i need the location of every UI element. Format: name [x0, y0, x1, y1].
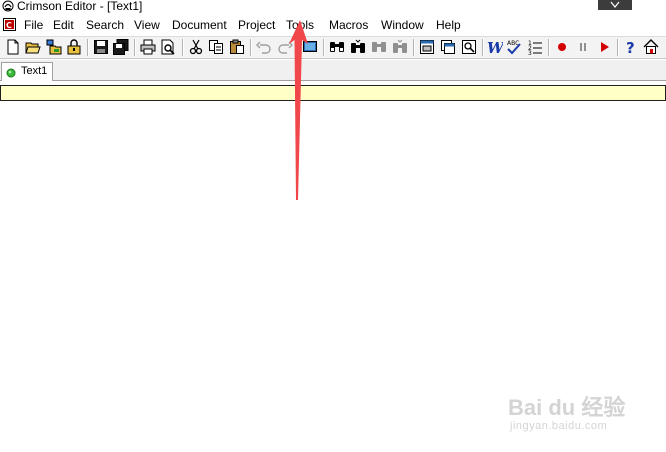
watermark-text: Bai du 经验	[508, 395, 626, 420]
watermark-url: jingyan.baidu.com	[510, 420, 608, 432]
watermark: Bai du 经验 jingyan.baidu.com	[508, 378, 638, 438]
